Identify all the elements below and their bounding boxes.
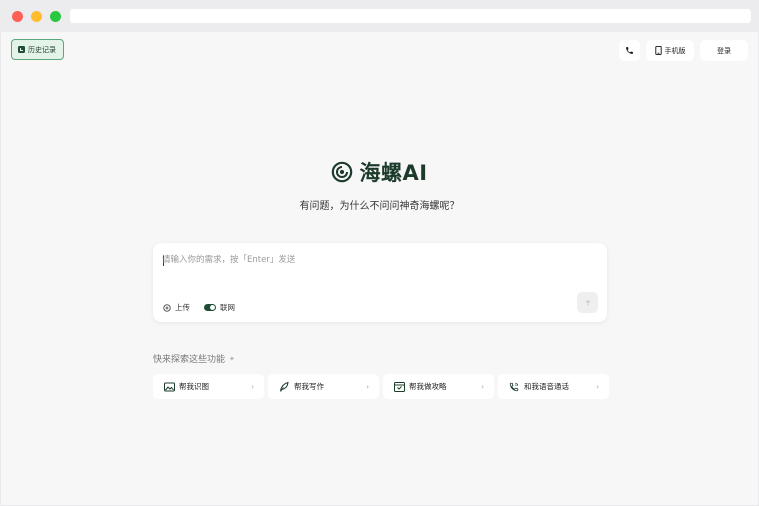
maximize-window-dot[interactable]	[50, 11, 61, 22]
guide-book-icon	[393, 381, 405, 393]
upload-label: 上传	[175, 303, 190, 312]
phone-button[interactable]	[619, 40, 640, 61]
chevron-right-icon: ›	[596, 382, 599, 391]
minimize-window-dot[interactable]	[31, 11, 42, 22]
explore-title: 快来探索这些功能	[153, 355, 226, 365]
feature-list: 帮我识图 › 帮我写作 › 帮我做攻略 › 和我语音通话 ›	[153, 374, 609, 399]
login-label: 登录	[717, 46, 731, 55]
feature-label: 和我语音通话	[524, 382, 569, 391]
composer: 上传 联网	[153, 243, 607, 322]
send-button[interactable]	[577, 292, 598, 313]
mobile-label: 手机版	[664, 46, 686, 55]
composer-tools: 上传 联网	[163, 302, 235, 313]
feature-image-recognition[interactable]: 帮我识图 ›	[153, 374, 264, 399]
toggle-switch[interactable]	[204, 304, 216, 311]
top-right-actions: 手机版 登录	[619, 40, 748, 61]
feature-label: 帮我识图	[179, 382, 209, 391]
phone-call-icon	[508, 381, 520, 393]
address-bar[interactable]	[70, 9, 751, 23]
page: 历史记录 手机版 登录 海螺AI 有问题，为什么不问问神奇海螺呢？ 上传	[1, 32, 758, 505]
feature-voice-call[interactable]: 和我语音通话 ›	[498, 374, 609, 399]
mobile-icon	[654, 46, 662, 55]
web-search-toggle[interactable]: 联网	[204, 302, 235, 313]
close-window-dot[interactable]	[12, 11, 23, 22]
feature-label: 帮我写作	[294, 382, 324, 391]
prompt-input[interactable]	[162, 253, 582, 273]
feature-travel-guide[interactable]: 帮我做攻略 ›	[383, 374, 494, 399]
brand: 海螺AI	[1, 157, 758, 187]
history-label: 历史记录	[28, 45, 56, 54]
chevron-right-icon: ›	[366, 382, 369, 391]
brand-name: 海螺AI	[359, 161, 428, 185]
sparkle-icon: ✦	[229, 354, 235, 363]
browser-chrome	[0, 0, 759, 32]
feature-writing[interactable]: 帮我写作 ›	[268, 374, 379, 399]
phone-icon	[626, 47, 633, 54]
chevron-right-icon: ›	[251, 382, 254, 391]
explore-heading: 快来探索这些功能 ✦	[153, 352, 235, 366]
login-button[interactable]: 登录	[700, 40, 748, 61]
pen-leaf-icon	[278, 381, 290, 393]
history-button[interactable]: 历史记录	[11, 39, 64, 60]
mobile-version-button[interactable]: 手机版	[646, 40, 694, 61]
web-label: 联网	[220, 303, 235, 312]
upload-button[interactable]: 上传	[163, 302, 190, 313]
history-icon	[18, 46, 25, 53]
arrow-up-icon	[585, 299, 590, 305]
upload-plus-icon	[163, 303, 171, 312]
feature-label: 帮我做攻略	[409, 382, 447, 391]
chevron-right-icon: ›	[481, 382, 484, 391]
conch-logo-icon	[332, 161, 353, 183]
tagline: 有问题，为什么不问问神奇海螺呢？	[299, 201, 460, 212]
image-icon	[163, 381, 175, 393]
